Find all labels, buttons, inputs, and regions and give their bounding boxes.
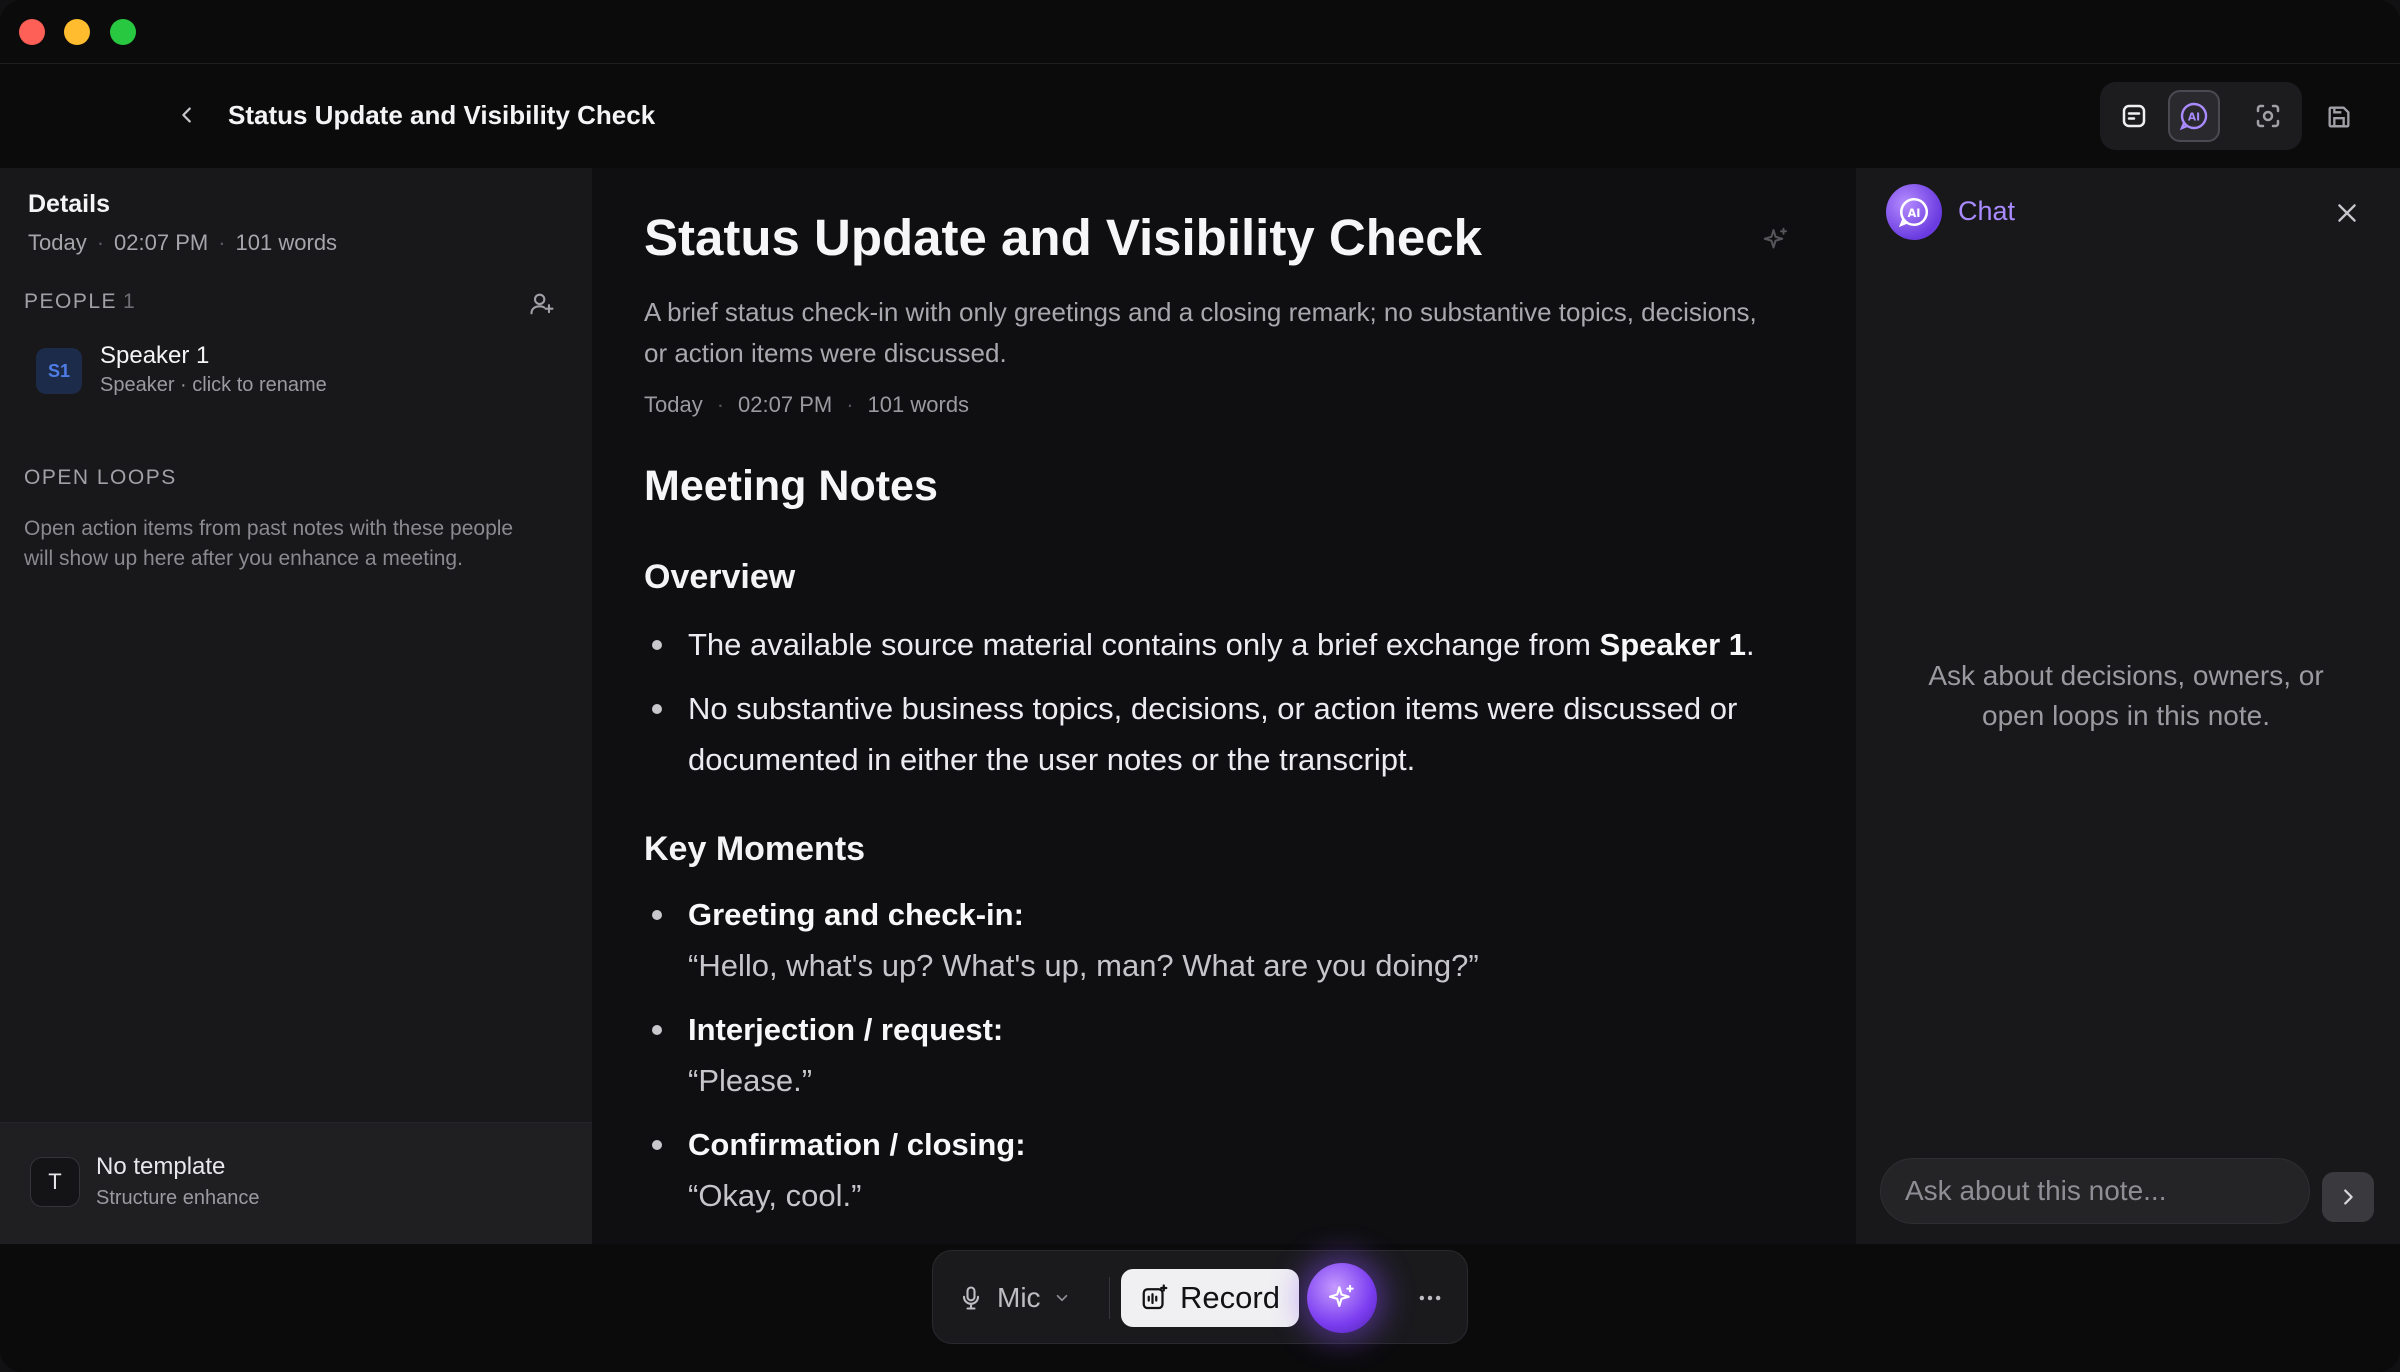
speaker-subtitle: Speaker · click to rename [100, 374, 327, 396]
add-user-icon [530, 293, 554, 315]
view-toggle-group: AI [2100, 82, 2302, 150]
speaker-item[interactable]: S1 Speaker 1 Speaker · click to rename [24, 338, 564, 408]
template-selector[interactable]: T No template Structure enhance [0, 1122, 592, 1244]
chat-panel: AI Chat Ask about decisions, owners, or … [1856, 168, 2400, 1244]
close-chat-button[interactable] [2330, 196, 2364, 230]
record-button[interactable]: Record [1121, 1269, 1299, 1327]
ai-chat-icon: AI [2179, 102, 2208, 131]
chat-title: Chat [1958, 196, 2016, 226]
save-button[interactable] [2322, 100, 2356, 134]
key-moments-heading: Key Moments [644, 830, 866, 868]
people-count: 1 [123, 290, 137, 313]
chevron-right-icon [2344, 1189, 2353, 1205]
note-time: 02:07 PM [738, 392, 833, 417]
details-title: Details [28, 190, 110, 218]
bullet-text: No substantive business topics, decision… [688, 691, 1738, 777]
bullet-dot [652, 1140, 662, 1150]
overview-heading: Overview [644, 558, 796, 596]
open-loops-text: Open action items from past notes with t… [24, 517, 514, 570]
bullet-dot [652, 910, 662, 920]
meta-separator: · [96, 230, 105, 255]
template-subtitle: Structure enhance [96, 1187, 260, 1209]
moment-quote: “Okay, cool.” [688, 1178, 862, 1213]
recording-toolbar: Mic Record [932, 1250, 1468, 1344]
title-bar [0, 0, 2400, 64]
bullet-dot [652, 1025, 662, 1035]
more-options-button[interactable] [1405, 1273, 1455, 1323]
note-words: 101 words [867, 392, 970, 417]
moment-quote: “Hello, what's up? What's up, man? What … [688, 948, 1479, 983]
screen-capture-icon [2256, 104, 2280, 128]
speaker-name: Speaker 1 [100, 342, 210, 369]
maximize-window-button[interactable] [110, 19, 136, 45]
mic-selector[interactable]: Mic [957, 1273, 1071, 1323]
open-loops-heading: OPEN LOOPS [24, 466, 177, 489]
more-horizontal-icon [1419, 1295, 1441, 1301]
meta-separator: · [716, 392, 725, 417]
ai-chat-logo-icon: AI [1886, 184, 1942, 240]
speaker-avatar: S1 [36, 348, 82, 394]
minimize-window-button[interactable] [64, 19, 90, 45]
people-heading: PEOPLE 1 [24, 290, 136, 314]
send-button[interactable] [2322, 1172, 2374, 1222]
record-label: Record [1180, 1280, 1280, 1315]
chevron-left-icon [182, 107, 191, 123]
notes-icon [2122, 104, 2146, 128]
note-date: Today [644, 392, 703, 417]
bullet-dot [652, 704, 662, 714]
svg-text:AI: AI [1908, 206, 1921, 220]
sparkle-icon [1763, 227, 1787, 249]
template-name: No template [96, 1153, 226, 1180]
add-person-button[interactable] [526, 288, 558, 320]
note-summary: A brief status check-in with only greeti… [644, 297, 1757, 368]
moment-label: Interjection / request: [688, 1012, 1004, 1047]
back-button[interactable] [172, 100, 202, 130]
chat-empty-state: Ask about decisions, owners, or open loo… [1928, 660, 2324, 731]
note-title[interactable]: Status Update and Visibility Check [644, 208, 1482, 267]
details-sidebar: Details Today · 02:07 PM · 101 words PEO… [0, 168, 592, 1244]
note-meta: Today · 02:07 PM · 101 words [644, 392, 969, 418]
chevron-down-icon [1056, 1294, 1067, 1302]
note-header: Status Update and Visibility Check AI [0, 64, 2400, 168]
ai-chat-toggle-button[interactable]: AI [2168, 90, 2220, 142]
close-icon [2338, 204, 2356, 222]
record-waveform-icon [1142, 1284, 1168, 1310]
mic-label: Mic [997, 1282, 1041, 1313]
header-title: Status Update and Visibility Check [228, 100, 656, 130]
save-icon [2328, 106, 2350, 128]
toolbar-divider [1109, 1277, 1110, 1319]
microphone-icon [962, 1286, 980, 1310]
meeting-notes-heading: Meeting Notes [644, 462, 938, 510]
close-window-button[interactable] [19, 19, 45, 45]
moment-label: Confirmation / closing: [688, 1127, 1026, 1162]
ai-enhance-orb-button[interactable] [1307, 1263, 1377, 1333]
bullet-bold: Speaker 1 [1599, 627, 1747, 662]
meta-date: Today [28, 230, 87, 255]
moment-quote: “Please.” [688, 1063, 813, 1098]
note-content: Status Update and Visibility Check A bri… [592, 168, 1856, 1244]
notes-view-button[interactable] [2108, 90, 2160, 142]
meta-words: 101 words [235, 230, 338, 255]
meta-time: 02:07 PM [114, 230, 209, 255]
meta-separator: · [218, 230, 226, 255]
enhance-button[interactable] [1758, 222, 1794, 258]
app-window: Status Update and Visibility Check AI De… [0, 0, 2400, 1372]
chat-input[interactable] [1880, 1158, 2310, 1224]
details-meta: Today · 02:07 PM · 101 words [28, 230, 337, 256]
bottom-area: Mic Record [0, 1244, 2400, 1372]
moment-label: Greeting and check-in: [688, 897, 1024, 932]
bullet-text-end: . [1746, 627, 1755, 662]
meta-separator: · [846, 392, 854, 417]
capture-button[interactable] [2242, 90, 2294, 142]
svg-text:AI: AI [2188, 111, 2200, 124]
template-badge: T [30, 1157, 80, 1207]
people-heading-label: PEOPLE [24, 290, 118, 313]
bullet-text: The available source material contains o… [688, 627, 1600, 662]
sparkle-icon [1328, 1284, 1354, 1308]
bullet-dot [652, 640, 662, 650]
